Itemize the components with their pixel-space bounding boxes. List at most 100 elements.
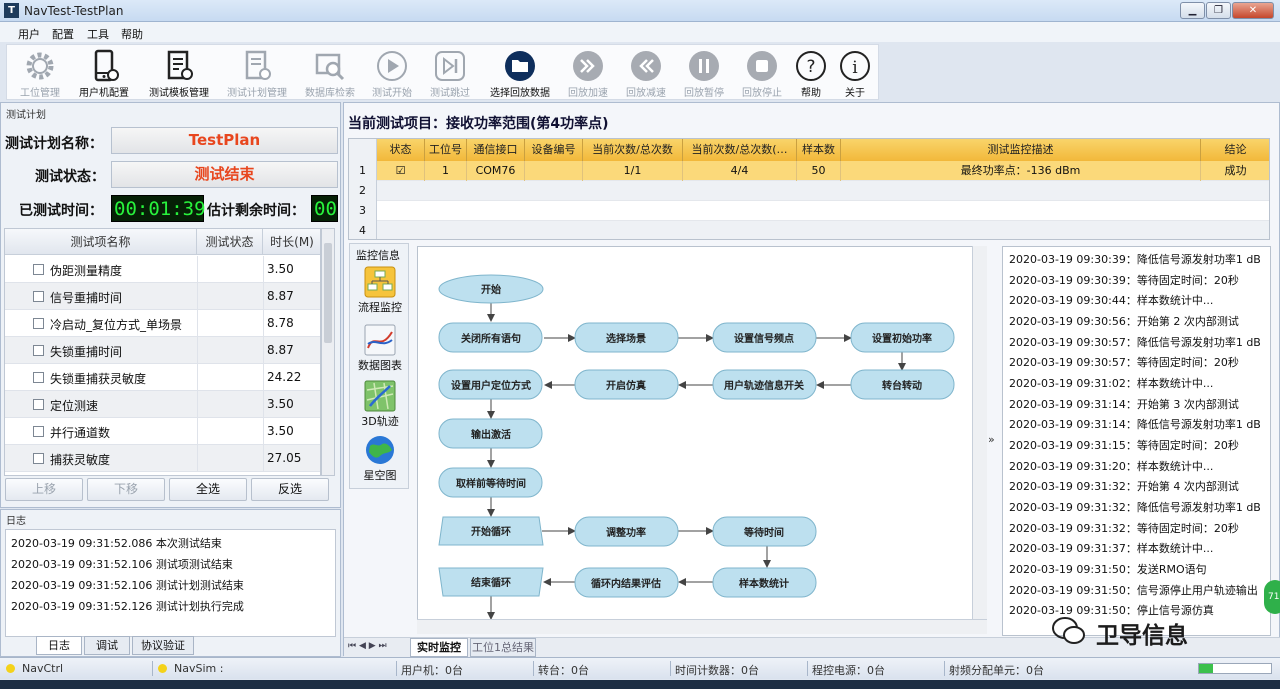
minimize-button[interactable]: ▁ [1180,2,1205,19]
table-row[interactable]: 失锁重捕获灵敏度 24.22 [5,364,320,391]
status-navctrl: NavCtrl [22,662,64,675]
data-chart-button[interactable]: 数据图表 [356,324,404,373]
user-machine-config-button[interactable]: 用户机配置 [75,47,133,99]
row-checkbox[interactable] [33,345,44,356]
grid-header-result[interactable]: 结论 [1201,139,1269,161]
trajectory-3d-button[interactable]: 3D轨迹 [356,380,404,429]
phone-icon [94,49,119,82]
menu-help[interactable]: 帮助 [121,26,143,42]
grid-header-description[interactable]: 测试监控描述 [841,139,1201,161]
plan-icon [245,50,271,80]
flow-horizontal-scrollbar[interactable] [417,619,987,634]
playback-slowdown-button[interactable]: 回放减速 [617,47,675,99]
flow-monitor-button[interactable]: 流程监控 [356,266,404,315]
tab-protocol[interactable]: 协议验证 [132,636,194,655]
test-items-scrollbar[interactable] [321,228,335,476]
playback-pause-button[interactable]: 回放暂停 [675,47,733,99]
close-button[interactable]: ✕ [1232,2,1274,19]
test-template-manage-button[interactable]: 测试模板管理 [147,47,211,99]
skyplot-icon [366,436,394,464]
station-manage-button[interactable]: 工位管理 [11,47,69,99]
menu-user[interactable]: 用户 [18,26,40,42]
elapsed-label: 已测试时间： [19,203,103,219]
table-row[interactable]: 捕获灵敏度 27.05 [5,445,320,472]
log-line: 2020-03-19 09:31:50：信号源停止用户轨迹输出 [1009,584,1258,597]
table-row[interactable]: 并行通道数 3.50 [5,418,320,445]
select-playback-data-button[interactable]: 选择回放数据 [485,47,555,99]
tab-station1-summary[interactable]: 工位1总结果 [470,638,536,657]
table-row[interactable]: 信号重捕时间 8.87 [5,283,320,310]
float-badge[interactable]: 71 [1264,580,1280,614]
status-label: 测试状态： [35,169,105,185]
tab-log[interactable]: 日志 [36,636,82,655]
progress-bar [1198,663,1272,674]
row-checkbox[interactable]: ☑ [377,161,425,181]
row-checkbox[interactable] [33,399,44,410]
database-search-button[interactable]: 数据库检索 [301,47,359,99]
title-bar: T NavTest-TestPlan ▁ ❐ ✕ [0,0,1280,22]
table-row[interactable]: 失锁重捕时间 8.87 [5,337,320,364]
table-row[interactable]: 3 [349,201,1269,221]
log-line: 2020-03-19 09:31:52.106 测试项测试结束 [11,558,233,571]
panel-expander-icon[interactable]: » [988,433,1002,446]
row-checkbox[interactable] [33,453,44,464]
grid-header-station[interactable]: 工位号 [425,139,467,161]
menu-config[interactable]: 配置 [52,26,74,42]
table-row[interactable]: 2 [349,181,1269,201]
tab-nav-arrows-icon[interactable]: ⏮ ◀ ▶ ⏭ [348,641,387,651]
status-user-machine: 用户机：0台 [401,664,463,677]
test-plan-manage-button[interactable]: 测试计划管理 [225,47,289,99]
grid-header-count2[interactable]: 当前次数/总次数(… [683,139,797,161]
about-button[interactable]: i 关于 [829,47,881,99]
row-checkbox[interactable] [33,372,44,383]
table-row[interactable]: 伪距测量精度 3.50 [5,256,320,283]
playback-speedup-button[interactable]: 回放加速 [559,47,617,99]
playback-stop-button[interactable]: 回放停止 [733,47,791,99]
monitor-side-menu: 监控信息 流程监控 数据图表 3D轨迹 星空图 [349,243,409,489]
column-header-status[interactable]: 测试状态 [197,229,263,255]
monitor-log-list[interactable]: 2020-03-19 09:30:39：降低信号源发射功率1 dB 2020-0… [1002,246,1271,636]
row-checkbox[interactable] [33,318,44,329]
monitor-title: 监控信息 [356,249,400,262]
tab-realtime-monitor[interactable]: 实时监控 [410,638,468,657]
grid-header-count1[interactable]: 当前次数/总次数 [583,139,683,161]
row-checkbox[interactable] [33,264,44,275]
plan-name-value: TestPlan [111,127,338,154]
select-all-button[interactable]: 全选 [169,478,247,501]
move-down-button[interactable]: 下移 [87,478,165,501]
scrollbar-thumb[interactable] [324,243,332,343]
log-list[interactable]: 2020-03-19 09:31:52.086 本次测试结束 2020-03-1… [5,529,336,637]
table-row[interactable]: 冷启动_复位方式_单场景 8.78 [5,310,320,337]
move-up-button[interactable]: 上移 [5,478,83,501]
tab-debug[interactable]: 调试 [84,636,130,655]
table-row[interactable]: 4 [349,221,1269,239]
flow-vertical-scrollbar[interactable] [972,246,987,619]
status-turntable: 转台：0台 [538,664,589,677]
table-row[interactable]: 1 ☑ 1 COM76 1/1 4/4 50 最终功率点：-136 dBm 成功 [349,161,1269,181]
grid-header-port[interactable]: 通信接口 [467,139,525,161]
test-start-button[interactable]: 测试开始 [363,47,421,99]
grid-header-device[interactable]: 设备编号 [525,139,583,161]
flow-monitor-icon [364,266,396,298]
log-line: 2020-03-19 09:31:14：降低信号源发射功率1 dB [1009,418,1261,431]
skyplot-button[interactable]: 星空图 [356,434,404,483]
table-row[interactable]: 定位测速 3.50 [5,391,320,418]
log-tabs: 日志 调试 协议验证 [0,636,341,656]
window-title: NavTest-TestPlan [24,4,124,18]
log-panel: 日志 2020-03-19 09:31:52.086 本次测试结束 2020-0… [0,509,341,657]
folder-icon [505,51,535,81]
test-skip-button[interactable]: 测试跳过 [421,47,479,99]
grid-header-samples[interactable]: 样本数 [797,139,841,161]
grid-header-status[interactable]: 状态 [377,139,425,161]
log-line: 2020-03-19 09:31:14：开始第 3 次内部测试 [1009,398,1239,411]
row-checkbox[interactable] [33,291,44,302]
invert-selection-button[interactable]: 反选 [251,478,329,501]
svg-text:?: ? [806,57,815,77]
flow-node-loop-end: 结束循环 [471,576,511,589]
column-header-duration[interactable]: 时长(M) [263,229,320,255]
restore-button[interactable]: ❐ [1206,2,1231,19]
row-checkbox[interactable] [33,426,44,437]
flow-node: 输出激活 [471,428,511,441]
menu-tools[interactable]: 工具 [87,26,109,42]
column-header-name[interactable]: 测试项名称 [5,229,197,255]
